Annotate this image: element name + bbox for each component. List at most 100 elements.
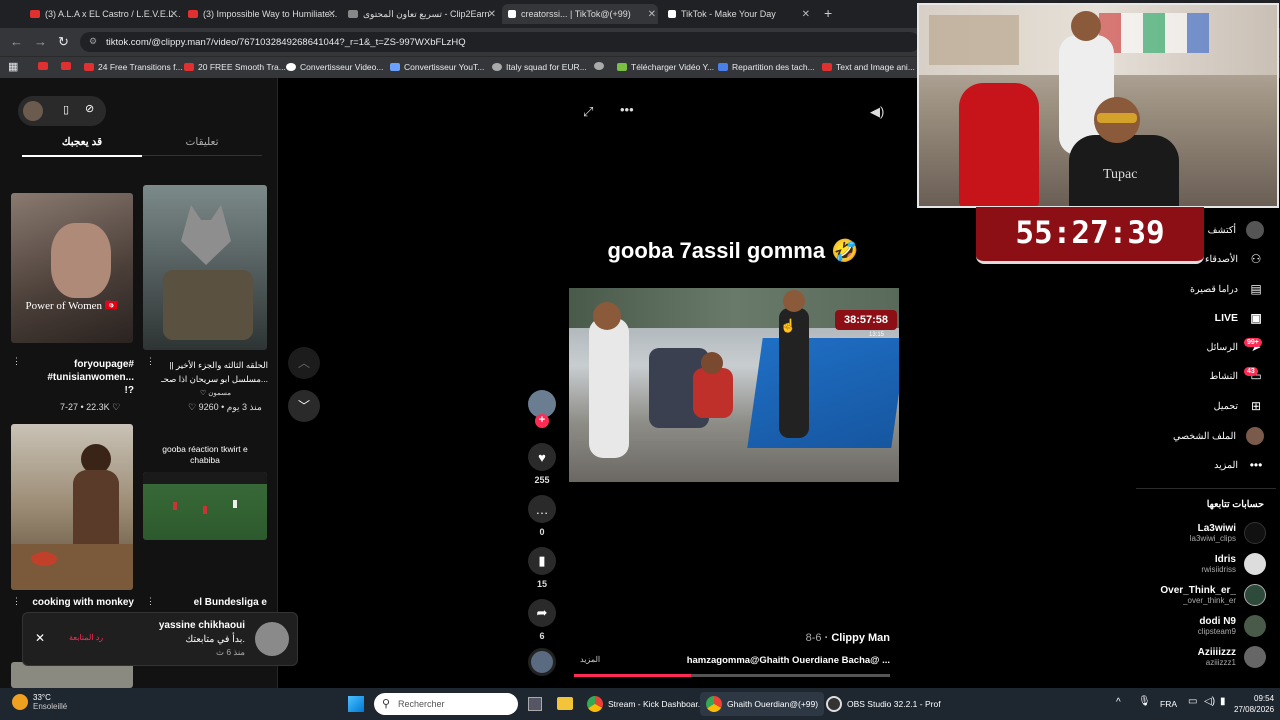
- nav-upload[interactable]: تحميل ⊞: [1214, 398, 1264, 414]
- fullscreen-icon[interactable]: ⤢: [583, 104, 593, 120]
- nav-profile[interactable]: الملف الشخصي: [1173, 427, 1264, 445]
- nav-friends[interactable]: الأصدقاء ⚇: [1205, 251, 1264, 267]
- taskbar-app-kick[interactable]: Stream - Kick Dashboar...: [587, 696, 705, 712]
- music-disc-icon[interactable]: [528, 648, 556, 676]
- bookmark-youtube[interactable]: [38, 62, 52, 70]
- bookmark-item[interactable]: Télécharger Vidéo Y...: [617, 62, 714, 72]
- like-button[interactable]: ♥ 255: [528, 443, 556, 485]
- windows-start-icon[interactable]: [348, 696, 364, 712]
- volume-icon[interactable]: ◀): [870, 104, 884, 120]
- followed-account[interactable]: Idris rwisiidriss: [1201, 553, 1266, 575]
- taskbar-app-tiktok[interactable]: Ghaith Ouerdian@(+99): [700, 692, 825, 716]
- video-thumbnail[interactable]: [143, 185, 267, 350]
- followed-account[interactable]: dodi N9 clipsteam9: [1198, 615, 1266, 637]
- close-icon[interactable]: ✕: [488, 9, 496, 20]
- video-thumbnail[interactable]: [143, 472, 267, 540]
- more-options-icon[interactable]: •••: [620, 102, 634, 117]
- bookmark-item[interactable]: Convertisseur YouT...: [390, 62, 484, 72]
- speaker-icon[interactable]: ◁): [1204, 696, 1215, 707]
- comment-icon[interactable]: …: [528, 495, 556, 523]
- new-tab-icon[interactable]: +: [824, 5, 832, 21]
- share-button[interactable]: ➦ 6: [528, 599, 556, 641]
- video-caption[interactable]: cooking with monkey: [20, 596, 134, 609]
- bookmark-youtube[interactable]: [61, 62, 75, 70]
- language-indicator[interactable]: FRA: [1160, 699, 1177, 709]
- followed-account[interactable]: La3wiwi la3wiwi_clips: [1190, 522, 1266, 544]
- next-video-button[interactable]: ﹀: [288, 390, 320, 422]
- video-caption[interactable]: el Bundesliga e: [160, 596, 267, 609]
- account-handle: aziiizzz1: [1205, 658, 1236, 667]
- video-progress-bar[interactable]: [574, 674, 890, 677]
- heart-icon[interactable]: ♥: [528, 443, 556, 471]
- more-icon[interactable]: ⋮: [146, 596, 155, 607]
- file-explorer-icon[interactable]: [557, 697, 573, 710]
- task-view-icon[interactable]: [528, 697, 542, 711]
- clock[interactable]: 09:54 27/08/2026: [1234, 693, 1274, 715]
- video-thumbnail[interactable]: [11, 424, 133, 590]
- author-name[interactable]: Clippy Man: [831, 632, 890, 644]
- close-icon[interactable]: ✕: [802, 9, 810, 20]
- microphone-icon[interactable]: 🎙: [1138, 696, 1151, 707]
- tab-youtube-2[interactable]: (3) Impossible Way to Humiliate... ✕: [188, 4, 338, 24]
- nav-more[interactable]: المزيد •••: [1214, 457, 1264, 473]
- music-disc[interactable]: [528, 648, 556, 676]
- forward-icon[interactable]: →: [34, 34, 47, 49]
- url-field[interactable]: ⚙ tiktok.com/@clippy.man7/video/76710328…: [80, 32, 920, 52]
- back-icon[interactable]: ←: [10, 34, 23, 49]
- more-icon[interactable]: ⋮: [12, 356, 21, 367]
- compass-icon[interactable]: ⊘: [85, 102, 94, 115]
- chevron-up-icon[interactable]: ^: [1116, 697, 1121, 708]
- bookmark-item[interactable]: Repartition des tach...: [718, 62, 815, 72]
- follow-plus-icon[interactable]: +: [535, 414, 549, 428]
- site-info-icon[interactable]: ⚙: [89, 36, 97, 47]
- followed-account[interactable]: Over_Think_er_ _over_think_er: [1160, 584, 1266, 606]
- video-caption[interactable]: foryoupage# #tunisianwomen... !?: [20, 358, 134, 397]
- nav-explore[interactable]: أكتشف: [1208, 221, 1264, 239]
- battery-icon[interactable]: ▮: [1220, 696, 1226, 707]
- comment-button[interactable]: … 0: [528, 495, 556, 537]
- save-button[interactable]: ▮ 15: [528, 547, 556, 589]
- taskbar-app-obs[interactable]: OBS Studio 32.2.1 - Prof: [826, 696, 941, 712]
- share-icon[interactable]: ➦: [528, 599, 556, 627]
- close-icon[interactable]: ✕: [648, 9, 656, 20]
- video-player[interactable]: 38:57:58 13:15: [569, 288, 899, 482]
- previous-video-button[interactable]: ︿: [288, 347, 320, 379]
- reload-icon[interactable]: ↻: [58, 34, 69, 50]
- nav-live[interactable]: LIVE ▣: [1215, 310, 1264, 326]
- more-link[interactable]: المزيد: [580, 655, 600, 666]
- close-icon[interactable]: ✕: [170, 9, 178, 20]
- avatar[interactable]: [23, 101, 43, 121]
- bookmark-item[interactable]: Italy squad for EUR...: [492, 62, 587, 72]
- head-shape: [1071, 11, 1101, 41]
- phone-icon[interactable]: ▯: [63, 103, 69, 116]
- bookmark-item[interactable]: [594, 62, 608, 70]
- tab-tiktok[interactable]: TikTok - Make Your Day ✕: [668, 4, 812, 24]
- nav-drama[interactable]: دراما قصيرة ▤: [1190, 281, 1264, 297]
- bookmark-item[interactable]: 24 Free Transitions f...: [84, 62, 183, 72]
- followed-account[interactable]: Aziiiizzz aziiizzz1: [1198, 646, 1266, 668]
- apps-grid-icon[interactable]: ▦: [8, 60, 18, 73]
- video-caption[interactable]: الحلقه الثالثه والجزء الأخير || مسلسل اب…: [160, 358, 268, 386]
- close-icon[interactable]: ✕: [328, 9, 336, 20]
- bookmark-item[interactable]: 20 FREE Smooth Tra...: [184, 62, 286, 72]
- follow-back-button[interactable]: رد المتابعة: [69, 633, 103, 642]
- bookmark-item[interactable]: Convertisseur Video...: [286, 62, 383, 72]
- avatar: [1246, 427, 1264, 445]
- account-handle: clipsteam9: [1197, 627, 1236, 636]
- close-icon[interactable]: ✕: [35, 631, 45, 645]
- taskbar-search[interactable]: ⚲ Rechercher: [374, 693, 518, 715]
- bookmark-item[interactable]: Text and Image ani...: [822, 62, 915, 72]
- tab-youtube-1[interactable]: (3) A.L.A x EL Castro / L.E.V.E.L ... ✕: [30, 4, 180, 24]
- author-avatar[interactable]: +: [528, 390, 556, 428]
- bookmark-icon[interactable]: ▮: [528, 547, 556, 575]
- more-icon[interactable]: ⋮: [146, 356, 155, 367]
- video-thumbnail[interactable]: Power of Women 🇹🇳: [11, 193, 133, 343]
- tab-clip2earn[interactable]: تسريع تعاون المحتوى - Clip2Earn ✕: [348, 4, 498, 24]
- avatar[interactable]: [255, 622, 289, 656]
- tab-tiktok-active[interactable]: creatorssi... | TikTok@(+99) ✕: [502, 4, 658, 24]
- weather-widget[interactable]: 33°C Ensoleillé: [12, 693, 67, 711]
- app-label: Ghaith Ouerdian@(+99): [727, 699, 819, 709]
- tab-for-you[interactable]: قد يعجبك: [22, 136, 142, 157]
- tab-comments[interactable]: تعليقات: [142, 136, 262, 156]
- network-icon[interactable]: ▭: [1188, 696, 1197, 707]
